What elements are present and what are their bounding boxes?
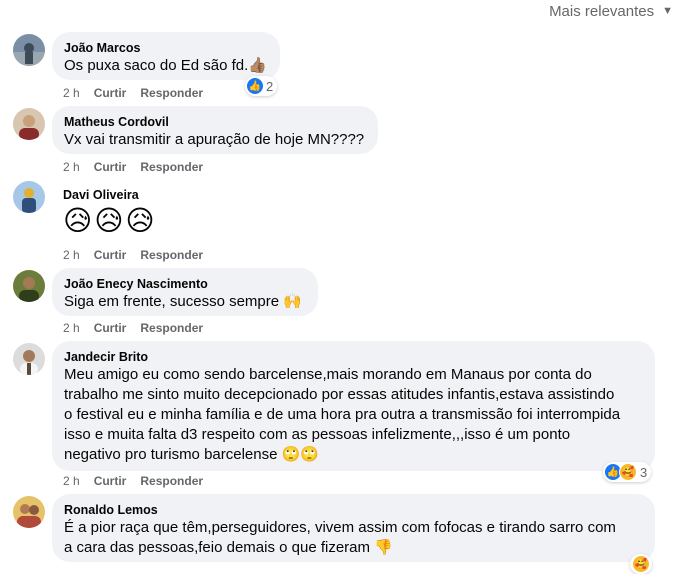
comment-bubble: João Enecy Nascimento Siga em frente, su… xyxy=(52,268,318,316)
care-icon: 🥰 xyxy=(619,463,637,481)
comment-emoji-text: 😥😥😥 xyxy=(63,205,157,236)
like-link[interactable]: Curtir xyxy=(94,85,127,101)
avatar[interactable] xyxy=(13,496,45,528)
comment: Matheus Cordovil Vx vai transmitir a apu… xyxy=(0,106,695,176)
comment-bubble: João Marcos Os puxa saco do Ed são fd.👍🏽 xyxy=(52,32,280,80)
comment-time[interactable]: 2 h xyxy=(63,320,80,336)
avatar[interactable] xyxy=(13,108,45,140)
like-link[interactable]: Curtir xyxy=(94,473,127,489)
comment-text: Siga em frente, sucesso sempre 🙌 xyxy=(64,293,302,310)
comment: Davi Oliveira 😥😥😥 2 h Curtir Responder xyxy=(0,179,695,269)
avatar[interactable] xyxy=(13,270,45,302)
reply-link[interactable]: Responder xyxy=(140,247,203,263)
comment-actions: 2 h Curtir Responder xyxy=(63,473,203,489)
reaction-summary[interactable]: 🥰 xyxy=(630,554,652,574)
comment-text: Os puxa saco do Ed são fd.👍🏽 xyxy=(64,57,267,74)
reaction-summary[interactable]: 👍 🥰 3 xyxy=(603,462,652,482)
comment: João Marcos Os puxa saco do Ed são fd.👍🏽… xyxy=(0,32,695,102)
comment-actions: 2 h Curtir Responder xyxy=(63,320,203,336)
comment-actions: 2 h Curtir Responder xyxy=(63,247,203,263)
avatar[interactable] xyxy=(13,343,45,375)
comment-text: Vx vai transmitir a apuração de hoje MN?… xyxy=(64,131,365,148)
comment-bubble: Jandecir Brito Meu amigo eu como sendo b… xyxy=(52,341,655,471)
comment-time[interactable]: 2 h xyxy=(63,85,80,101)
sort-dropdown[interactable]: Mais relevantes ▼ xyxy=(549,0,673,22)
comment-time[interactable]: 2 h xyxy=(63,159,80,175)
care-icon: 🥰 xyxy=(632,555,650,573)
comment-actions: 2 h Curtir Responder xyxy=(63,159,203,175)
thumbs-up-icon: 👍 xyxy=(247,78,263,94)
comment-time[interactable]: 2 h xyxy=(63,247,80,263)
comment-body: Davi Oliveira 😥😥😥 xyxy=(63,187,157,239)
like-link[interactable]: Curtir xyxy=(94,320,127,336)
caret-down-icon: ▼ xyxy=(662,5,673,17)
reaction-count: 2 xyxy=(266,78,274,94)
like-link[interactable]: Curtir xyxy=(94,159,127,175)
avatar[interactable] xyxy=(13,181,45,213)
comment-actions: 2 h Curtir Responder xyxy=(63,85,203,101)
comment: Jandecir Brito Meu amigo eu como sendo b… xyxy=(0,341,695,491)
reply-link[interactable]: Responder xyxy=(140,473,203,489)
comment-author[interactable]: Davi Oliveira xyxy=(63,187,157,203)
reply-link[interactable]: Responder xyxy=(140,320,203,336)
comment-author[interactable]: Ronaldo Lemos xyxy=(64,502,643,518)
avatar[interactable] xyxy=(13,34,45,66)
comment-text: Meu amigo eu como sendo barcelense,mais … xyxy=(64,366,621,463)
comment: Ronaldo Lemos É a pior raça que têm,pers… xyxy=(0,494,695,574)
comment-author[interactable]: Jandecir Brito xyxy=(64,349,643,365)
comment-author[interactable]: Matheus Cordovil xyxy=(64,114,366,130)
comment: João Enecy Nascimento Siga em frente, su… xyxy=(0,268,695,338)
reaction-count: 3 xyxy=(640,464,648,480)
reply-link[interactable]: Responder xyxy=(140,85,203,101)
comment-author[interactable]: João Marcos xyxy=(64,40,268,56)
comment-time[interactable]: 2 h xyxy=(63,473,80,489)
comment-author[interactable]: João Enecy Nascimento xyxy=(64,276,306,292)
reaction-summary[interactable]: 👍 2 xyxy=(245,76,278,96)
comment-bubble: Matheus Cordovil Vx vai transmitir a apu… xyxy=(52,106,378,154)
comment-text: É a pior raça que têm,perseguidores, viv… xyxy=(64,519,616,556)
comment-bubble: Ronaldo Lemos É a pior raça que têm,pers… xyxy=(52,494,655,562)
sort-label: Mais relevantes xyxy=(549,2,655,20)
reply-link[interactable]: Responder xyxy=(140,159,203,175)
like-link[interactable]: Curtir xyxy=(94,247,127,263)
